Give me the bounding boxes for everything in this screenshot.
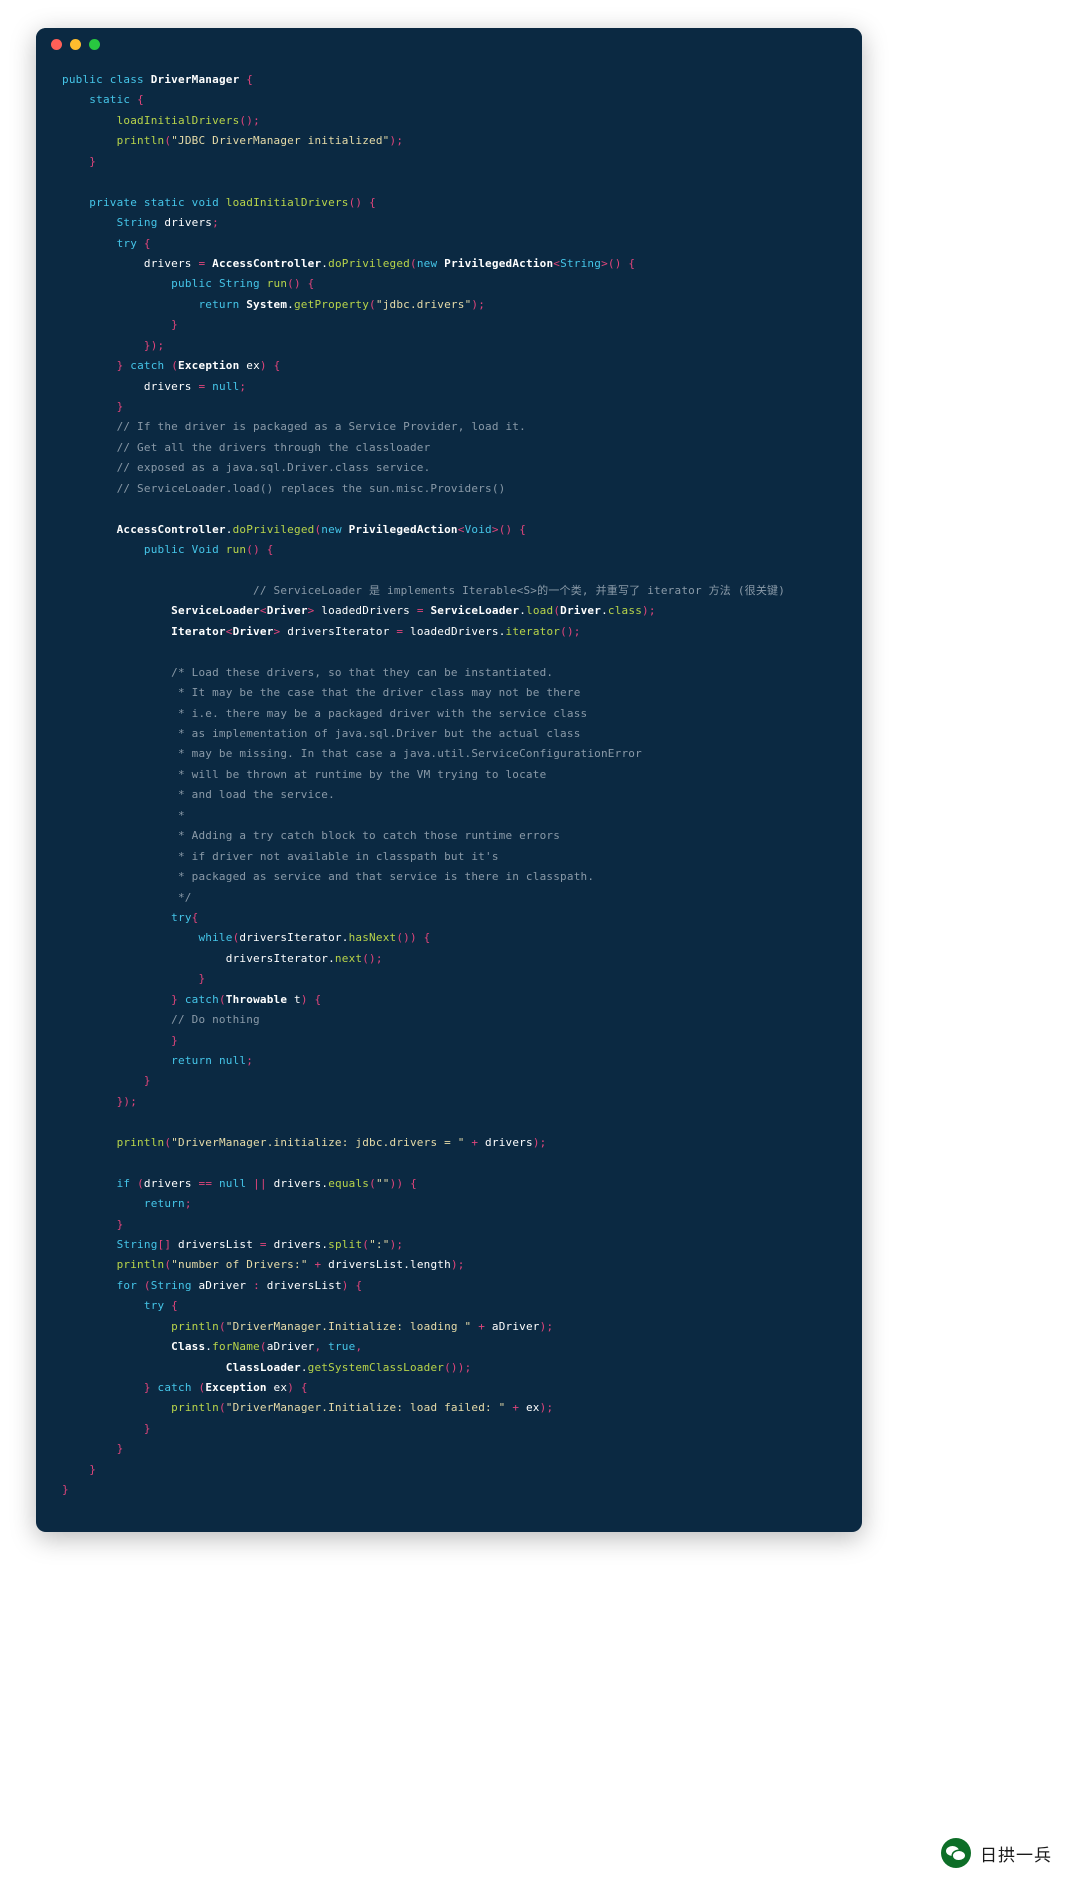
code-line: // Do nothing [62, 1013, 260, 1027]
code-line: ServiceLoader<Driver> loadedDrivers = Se… [171, 604, 656, 618]
code-line: * [62, 808, 185, 822]
maximize-button-icon[interactable] [89, 39, 100, 50]
code-line: return System.getProperty("jdbc.drivers"… [198, 297, 486, 311]
screenshot-root: public class DriverManager { static { lo… [0, 0, 1080, 1884]
code-line: } [116, 1442, 124, 1456]
code-line: println("number of Drivers:" + driversLi… [116, 1258, 465, 1272]
code-line: public String run() { [171, 277, 315, 291]
code-line: } [62, 1483, 69, 1497]
code-line: // Get all the drivers through the class… [62, 440, 431, 454]
code-line: AccessController.doPrivileged(new Privil… [116, 522, 527, 536]
code-line: /* Load these drivers, so that they can … [62, 665, 554, 679]
code-line: if (drivers == null || drivers.equals(""… [116, 1176, 417, 1190]
code-line: } [143, 1421, 151, 1435]
code-line: static { [89, 93, 144, 107]
code-line: * It may be the case that the driver cla… [62, 686, 581, 700]
code-line: } [171, 318, 178, 332]
code-block: public class DriverManager { static { lo… [36, 70, 862, 1501]
code-line: Class.forName(aDriver, true, [171, 1340, 363, 1354]
code-line: println("DriverManager.Initialize: loadi… [171, 1319, 554, 1333]
code-line: String[] driversList = drivers.split(":"… [116, 1237, 404, 1251]
code-line: } [89, 154, 97, 168]
code-line: * may be missing. In that case a java.ut… [62, 747, 642, 761]
code-line: } [171, 1033, 178, 1047]
code-line: }); [143, 338, 165, 352]
code-line: } catch(Throwable t) { [171, 992, 322, 1006]
code-line: driversIterator.next(); [225, 951, 383, 965]
code-line: println("DriverManager.Initialize: load … [171, 1401, 554, 1415]
code-line: return; [143, 1197, 192, 1211]
code-line: ClassLoader.getSystemClassLoader()); [225, 1360, 472, 1374]
code-line: }); [116, 1094, 138, 1108]
wechat-icon [941, 1838, 971, 1868]
window-titlebar [36, 28, 862, 58]
code-line: Iterator<Driver> driversIterator = loade… [171, 624, 581, 638]
code-line: try { [116, 236, 151, 250]
code-line: } catch (Exception ex) { [143, 1381, 308, 1394]
close-button-icon[interactable] [51, 39, 62, 50]
code-line: println("JDBC DriverManager initialized"… [116, 134, 404, 148]
code-line: } [116, 400, 124, 413]
code-line: } [116, 1217, 124, 1231]
code-line: // ServiceLoader.load() replaces the sun… [62, 481, 506, 495]
code-line: public Void run() { [143, 543, 274, 557]
code-line: } [89, 1462, 97, 1476]
code-line: public class DriverManager { [62, 73, 254, 86]
code-line: * i.e. there may be a packaged driver wi… [62, 706, 588, 720]
code-line: * if driver not available in classpath b… [62, 849, 499, 863]
code-line: * and load the service. [62, 788, 335, 802]
watermark: 日拱一兵 [941, 1838, 1052, 1868]
code-line: try { [143, 1299, 178, 1313]
code-line: // exposed as a java.sql.Driver.class se… [62, 461, 431, 475]
code-line: } [198, 972, 206, 986]
code-line: loadInitialDrivers(); [116, 113, 260, 127]
code-line: drivers = null; [143, 379, 247, 393]
minimize-button-icon[interactable] [70, 39, 81, 50]
code-line: drivers = AccessController.doPrivileged(… [143, 256, 636, 270]
code-line: } catch (Exception ex) { [116, 359, 281, 373]
code-line: for (String aDriver : driversList) { [116, 1278, 363, 1292]
code-line: while(driversIterator.hasNext()) { [198, 931, 431, 945]
code-line: println("DriverManager.initialize: jdbc.… [116, 1135, 547, 1149]
code-line: // ServiceLoader 是 implements Iterable<S… [62, 583, 786, 597]
code-line: */ [62, 890, 192, 904]
code-window: public class DriverManager { static { lo… [36, 28, 862, 1532]
code-line: * will be thrown at runtime by the VM tr… [62, 767, 547, 781]
code-line: * as implementation of java.sql.Driver b… [62, 727, 581, 740]
watermark-label: 日拱一兵 [980, 1845, 1052, 1866]
code-line: // If the driver is packaged as a Servic… [62, 420, 526, 434]
code-line: private static void loadInitialDrivers()… [89, 195, 376, 209]
code-line: try{ [171, 910, 199, 924]
code-line: * packaged as service and that service i… [62, 870, 595, 884]
code-line: return null; [171, 1054, 254, 1067]
code-line: } [143, 1074, 151, 1088]
code-line: String drivers; [116, 216, 219, 230]
code-line: * Adding a try catch block to catch thos… [62, 829, 561, 843]
